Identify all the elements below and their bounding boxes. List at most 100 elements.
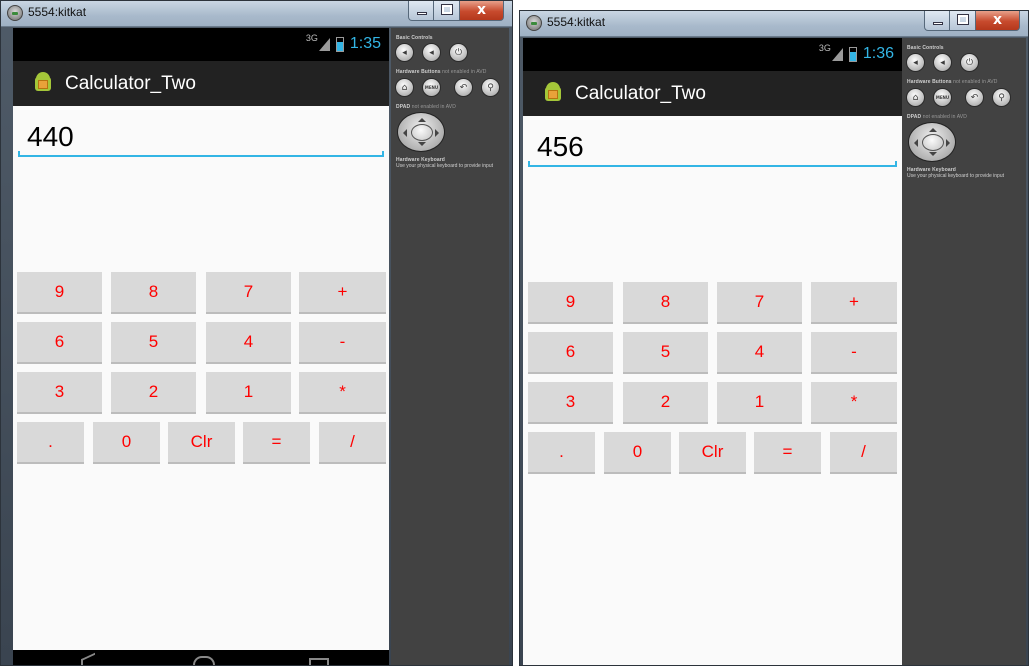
minimize-button[interactable]: [924, 11, 950, 31]
key-3[interactable]: 3: [528, 382, 613, 424]
key-equals[interactable]: =: [754, 432, 821, 474]
menu-icon[interactable]: MENU: [933, 88, 952, 107]
key-3[interactable]: 3: [17, 372, 102, 414]
basic-controls-label: Basic Controls: [907, 45, 944, 51]
key-1[interactable]: 1: [206, 372, 291, 414]
network-type: 3G: [305, 33, 318, 43]
window-titlebar[interactable]: 5554:kitkat x: [520, 11, 1028, 37]
home-icon[interactable]: ⌂: [906, 88, 925, 107]
app-title: Calculator_Two: [65, 73, 196, 94]
dpad-label: DPAD not enabled in AVD: [396, 104, 456, 110]
battery-icon: [848, 46, 857, 62]
back-icon[interactable]: ↶: [965, 88, 984, 107]
key-divide[interactable]: /: [319, 422, 386, 464]
keypad-row-4: . 0 Clr = /: [13, 422, 389, 464]
status-bar: 3G 1:36: [523, 38, 902, 71]
volume-down-icon[interactable]: ◂: [906, 53, 925, 72]
key-8[interactable]: 8: [111, 272, 196, 314]
maximize-icon: [957, 14, 969, 25]
key-9[interactable]: 9: [17, 272, 102, 314]
key-clear[interactable]: Clr: [168, 422, 235, 464]
android-robot-icon: [541, 81, 565, 105]
close-button[interactable]: x: [976, 11, 1020, 31]
device-screen: 3G 1:36 Calculator_Two 456 9 8 7 + 6 5 4…: [523, 38, 902, 665]
key-2[interactable]: 2: [623, 382, 708, 424]
window-titlebar[interactable]: 5554:kitkat x: [1, 1, 512, 27]
basic-controls-label: Basic Controls: [396, 35, 433, 41]
result-field[interactable]: 440: [18, 116, 384, 157]
key-9[interactable]: 9: [528, 282, 613, 324]
maximize-button[interactable]: [950, 11, 976, 31]
android-robot-icon: [31, 71, 55, 95]
home-icon[interactable]: [193, 656, 215, 665]
emulator-controls-panel: Basic Controls ◂ ◂ ⏻ Hardware Buttons no…: [391, 28, 509, 665]
power-icon[interactable]: ⏻: [960, 53, 979, 72]
keypad-row-2: 6 5 4 -: [523, 332, 902, 374]
maximize-icon: [441, 4, 453, 15]
status-bar: 3G 1:35: [13, 28, 389, 61]
key-equals[interactable]: =: [243, 422, 310, 464]
key-7[interactable]: 7: [717, 282, 802, 324]
close-icon: x: [992, 12, 1003, 28]
keypad-row-1: 9 8 7 +: [523, 282, 902, 324]
hardware-keyboard-note: Use your physical keyboard to provide in…: [396, 163, 493, 169]
maximize-button[interactable]: [434, 1, 460, 21]
emulator-window-1: 5554:kitkat x 3G 1:35 Calculator_Two 440…: [0, 0, 513, 666]
signal-icon: [318, 37, 330, 51]
key-plus[interactable]: +: [299, 272, 386, 314]
search-icon[interactable]: ⚲: [992, 88, 1011, 107]
close-icon: x: [476, 2, 487, 18]
key-multiply[interactable]: *: [299, 372, 386, 414]
desktop: 5554:kitkat x 3G 1:35 Calculator_Two 440…: [0, 0, 1029, 666]
power-icon[interactable]: ⏻: [449, 43, 468, 62]
key-minus[interactable]: -: [811, 332, 897, 374]
key-multiply[interactable]: *: [811, 382, 897, 424]
back-icon[interactable]: [81, 652, 95, 665]
menu-icon[interactable]: MENU: [422, 78, 441, 97]
close-button[interactable]: x: [460, 1, 504, 21]
key-6[interactable]: 6: [17, 322, 102, 364]
search-icon[interactable]: ⚲: [481, 78, 500, 97]
key-7[interactable]: 7: [206, 272, 291, 314]
back-icon[interactable]: ↶: [454, 78, 473, 97]
key-4[interactable]: 4: [206, 322, 291, 364]
window-title: 5554:kitkat: [28, 5, 87, 19]
status-icons: 3G 1:36: [819, 43, 894, 64]
window-controls: x: [408, 1, 504, 21]
key-2[interactable]: 2: [111, 372, 196, 414]
minimize-button[interactable]: [408, 1, 434, 21]
signal-icon: [831, 47, 843, 61]
key-0[interactable]: 0: [604, 432, 671, 474]
status-time: 1:35: [349, 35, 381, 52]
volume-up-icon[interactable]: ◂: [933, 53, 952, 72]
dpad-icon[interactable]: [908, 122, 956, 162]
key-clear[interactable]: Clr: [679, 432, 746, 474]
hardware-keyboard-note: Use your physical keyboard to provide in…: [907, 173, 1004, 179]
key-5[interactable]: 5: [623, 332, 708, 374]
key-decimal[interactable]: .: [17, 422, 84, 464]
key-8[interactable]: 8: [623, 282, 708, 324]
key-5[interactable]: 5: [111, 322, 196, 364]
volume-up-icon[interactable]: ◂: [422, 43, 441, 62]
key-6[interactable]: 6: [528, 332, 613, 374]
battery-icon: [335, 36, 344, 52]
key-plus[interactable]: +: [811, 282, 897, 324]
key-minus[interactable]: -: [299, 322, 386, 364]
recent-apps-icon[interactable]: [309, 658, 329, 665]
key-0[interactable]: 0: [93, 422, 160, 464]
keypad-row-3: 3 2 1 *: [523, 382, 902, 424]
status-icons: 3G 1:35: [305, 33, 381, 54]
home-icon[interactable]: ⌂: [395, 78, 414, 97]
key-1[interactable]: 1: [717, 382, 802, 424]
status-time: 1:36: [862, 45, 894, 62]
key-4[interactable]: 4: [717, 332, 802, 374]
result-field[interactable]: 456: [528, 126, 897, 167]
window-controls: x: [924, 11, 1020, 31]
window-title: 5554:kitkat: [547, 15, 606, 29]
key-divide[interactable]: /: [830, 432, 897, 474]
dpad-icon[interactable]: [397, 112, 445, 152]
emulator-window-2: 5554:kitkat x 3G 1:36 Calculator_Two 456…: [519, 10, 1029, 666]
key-decimal[interactable]: .: [528, 432, 595, 474]
emulator-controls-panel: Basic Controls ◂ ◂ ⏻ Hardware Buttons no…: [902, 38, 1026, 665]
volume-down-icon[interactable]: ◂: [395, 43, 414, 62]
